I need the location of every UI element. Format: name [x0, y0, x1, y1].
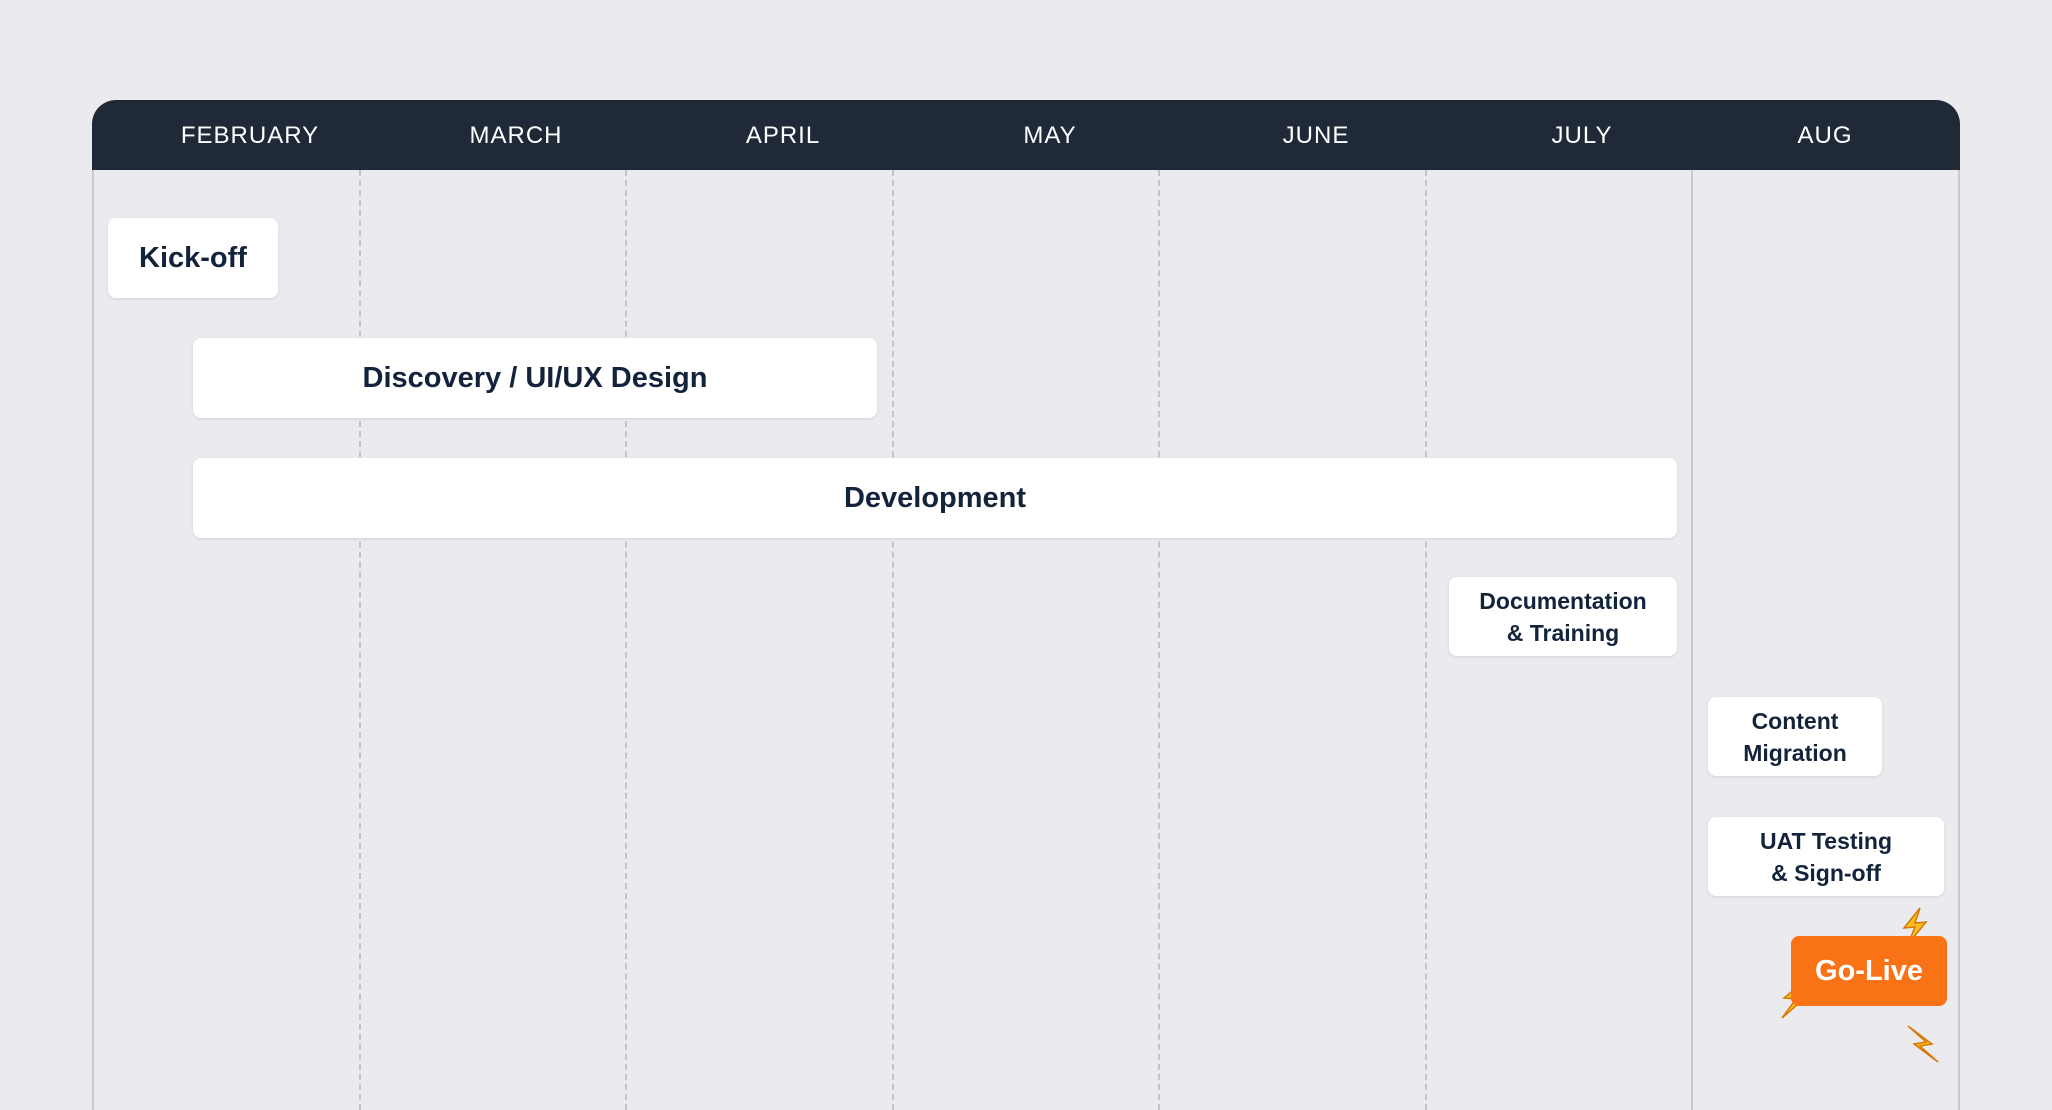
milestone-golive: Go-Live — [1791, 936, 1947, 1006]
grid-line-april — [625, 170, 627, 1110]
task-uat-testing: UAT Testing & Sign-off — [1708, 817, 1944, 896]
task-content-migration-label-line2: Migration — [1743, 739, 1847, 766]
task-development: Development — [193, 458, 1677, 538]
grid-line-june — [1158, 170, 1160, 1110]
grid-line-aug — [1691, 170, 1693, 1110]
task-kickoff: Kick-off — [108, 218, 278, 298]
task-content-migration-label-line1: Content — [1751, 707, 1839, 734]
grid-left-edge — [92, 170, 94, 1110]
task-content-migration: Content Migration — [1708, 697, 1882, 776]
task-discovery: Discovery / UI/UX Design — [193, 338, 877, 418]
task-development-label: Development — [843, 481, 1027, 514]
month-header: FEBRUARY MARCH APRIL MAY JUNE JULY AUG — [92, 100, 1960, 170]
grid-line-may — [892, 170, 894, 1110]
month-june: JUNE — [1282, 122, 1350, 149]
month-april: APRIL — [745, 122, 821, 149]
month-may: MAY — [1023, 122, 1077, 149]
grid-right-edge — [1958, 170, 1960, 1110]
task-discovery-label: Discovery / UI/UX Design — [362, 361, 708, 394]
grid-line-july — [1425, 170, 1427, 1110]
milestone-golive-label: Go-Live — [1815, 954, 1923, 987]
grid-line-march — [359, 170, 361, 1110]
task-uat-testing-label-line1: UAT Testing — [1759, 827, 1893, 854]
month-february: FEBRUARY — [180, 122, 320, 149]
month-aug: AUG — [1797, 122, 1853, 149]
task-documentation: Documentation & Training — [1449, 577, 1677, 656]
task-kickoff-label: Kick-off — [139, 241, 247, 274]
task-documentation-label-line1: Documentation — [1479, 587, 1647, 614]
task-uat-testing-label-line2: & Sign-off — [1771, 859, 1881, 886]
timeline-chart: FEBRUARY MARCH APRIL MAY JUNE JULY AUG K… — [92, 100, 1960, 1110]
lightning-bolt-icon — [1907, 1025, 1939, 1063]
month-july: JULY — [1551, 122, 1613, 149]
task-documentation-label-line2: & Training — [1506, 619, 1620, 646]
month-march: MARCH — [469, 122, 563, 149]
